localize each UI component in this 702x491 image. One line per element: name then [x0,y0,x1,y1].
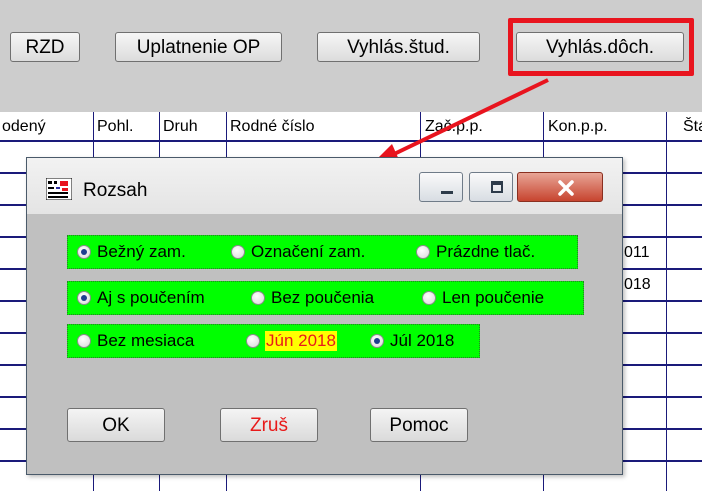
radio-prazdne-tlac[interactable] [416,245,430,259]
radio-jun-2018[interactable] [246,334,260,348]
radio-bez-poucenia[interactable] [251,291,265,305]
radio-label[interactable]: Aj s poučením [97,288,205,308]
radio-label[interactable]: Júl 2018 [390,331,454,351]
ok-button[interactable]: OK [67,408,165,442]
radio-len-poucenie[interactable] [422,291,436,305]
close-button[interactable] [517,172,603,202]
maximize-button[interactable] [469,172,513,202]
radio-bezny-zam[interactable] [77,245,91,259]
help-button[interactable]: Pomoc [370,408,468,442]
minimize-icon [441,191,453,194]
radio-group-month: Bez mesiaca Jún 2018 Júl 2018 [67,324,480,358]
radio-group-poucenie: Aj s poučením Bez poučenia Len poučenie [67,281,584,315]
radio-label[interactable]: Bez poučenia [271,288,374,308]
maximize-icon [491,181,503,193]
radio-label[interactable]: Len poučenie [442,288,544,308]
radio-jul-2018[interactable] [370,334,384,348]
dialog-title: Rozsah [83,180,148,201]
radio-label[interactable]: Bežný zam. [97,242,186,262]
radio-label[interactable]: Prázdne tlač. [436,242,535,262]
radio-label-highlighted[interactable]: Jún 2018 [265,331,337,351]
radio-label[interactable]: Bez mesiaca [97,331,194,351]
dialog-titlebar[interactable]: Rozsah [27,158,622,214]
radio-oznaceni-zam[interactable] [231,245,245,259]
close-icon [558,180,574,196]
radio-aj-s-poucenim[interactable] [77,291,91,305]
minimize-button[interactable] [419,172,463,202]
rozsah-dialog: Rozsah Bežný zam. Označení zam. Prázdne … [26,157,623,475]
radio-bez-mesiaca[interactable] [77,334,91,348]
cancel-button[interactable]: Zruš [220,408,318,442]
app-icon [46,178,72,200]
radio-group-type: Bežný zam. Označení zam. Prázdne tlač. [67,235,578,269]
radio-label[interactable]: Označení zam. [251,242,365,262]
